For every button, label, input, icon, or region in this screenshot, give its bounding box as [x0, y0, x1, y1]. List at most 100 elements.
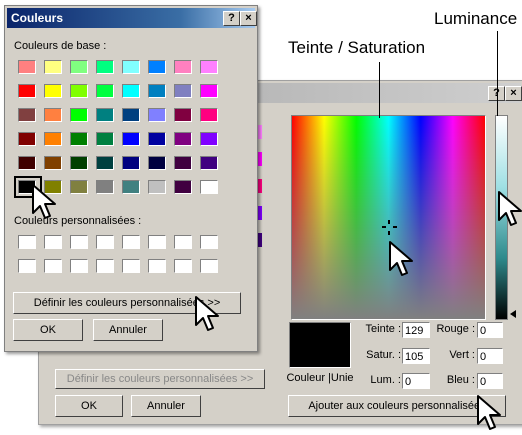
hue-saturation-spectrum[interactable]	[291, 115, 486, 320]
custom-color-swatch[interactable]	[200, 259, 218, 273]
basic-color-swatch[interactable]	[96, 180, 114, 194]
basic-color-swatch[interactable]	[70, 108, 88, 122]
ok-button[interactable]: OK	[13, 319, 83, 341]
luminance-pointer-line	[497, 31, 498, 116]
basic-color-swatch[interactable]	[200, 84, 218, 98]
basic-color-swatch[interactable]	[122, 108, 140, 122]
basic-color-swatch[interactable]	[44, 156, 62, 170]
basic-color-swatch[interactable]	[18, 84, 36, 98]
sat-label: Satur. :	[366, 349, 401, 361]
mouse-pointer-icon	[498, 191, 522, 226]
basic-color-swatch[interactable]	[174, 132, 192, 146]
swatch-edge	[258, 233, 262, 247]
add-to-custom-colors-button[interactable]: Ajouter aux couleurs personnalisées	[288, 395, 506, 417]
basic-color-swatch[interactable]	[174, 60, 192, 74]
basic-color-swatch[interactable]	[18, 108, 36, 122]
swatch-edge	[258, 125, 262, 139]
basic-color-swatch[interactable]	[148, 84, 166, 98]
custom-color-swatch[interactable]	[174, 259, 192, 273]
custom-color-swatch[interactable]	[18, 259, 36, 273]
green-label: Vert :	[449, 349, 475, 361]
dialog-title: Couleurs	[11, 11, 64, 25]
luminance-annotation: Luminance	[434, 9, 518, 28]
close-button[interactable]: ×	[505, 86, 522, 101]
basic-color-swatch[interactable]	[70, 132, 88, 146]
basic-color-swatch[interactable]	[122, 132, 140, 146]
basic-color-swatch[interactable]	[148, 156, 166, 170]
hue-label: Teinte :	[365, 323, 401, 335]
basic-color-swatch[interactable]	[148, 132, 166, 146]
basic-color-swatch[interactable]	[122, 180, 140, 194]
basic-color-swatch[interactable]	[96, 60, 114, 74]
basic-color-swatch[interactable]	[44, 132, 62, 146]
basic-color-swatch[interactable]	[200, 156, 218, 170]
swatch-edge	[258, 152, 262, 166]
red-field[interactable]: 0	[477, 322, 503, 338]
custom-color-swatch[interactable]	[122, 259, 140, 273]
blue-field[interactable]: 0	[477, 373, 503, 389]
basic-color-swatch[interactable]	[148, 60, 166, 74]
custom-color-swatch[interactable]	[148, 259, 166, 273]
custom-color-swatch[interactable]	[148, 235, 166, 249]
basic-color-swatch[interactable]	[96, 156, 114, 170]
basic-color-swatch[interactable]	[174, 84, 192, 98]
basic-color-swatch[interactable]	[96, 84, 114, 98]
basic-color-swatch[interactable]	[70, 156, 88, 170]
basic-color-swatch[interactable]	[96, 132, 114, 146]
custom-color-swatch[interactable]	[70, 235, 88, 249]
title-bar: Couleurs ? ×	[7, 8, 257, 28]
basic-color-swatch[interactable]	[174, 108, 192, 122]
basic-color-swatch[interactable]	[18, 156, 36, 170]
close-button[interactable]: ×	[240, 11, 257, 26]
basic-color-swatch[interactable]	[44, 60, 62, 74]
mouse-pointer-icon	[32, 184, 56, 219]
custom-color-swatch[interactable]	[18, 235, 36, 249]
basic-color-swatch[interactable]	[122, 60, 140, 74]
basic-color-swatch[interactable]	[96, 108, 114, 122]
basic-color-swatch[interactable]	[122, 156, 140, 170]
define-custom-colors-button[interactable]: Définir les couleurs personnalisées >>	[55, 369, 265, 389]
custom-color-swatch[interactable]	[200, 235, 218, 249]
custom-color-swatch[interactable]	[96, 235, 114, 249]
basic-color-swatch[interactable]	[44, 108, 62, 122]
basic-color-swatch[interactable]	[148, 180, 166, 194]
custom-color-swatch[interactable]	[174, 235, 192, 249]
basic-color-swatch[interactable]	[200, 60, 218, 74]
custom-color-swatch[interactable]	[70, 259, 88, 273]
crosshair-icon	[382, 220, 397, 235]
basic-color-swatch[interactable]	[70, 60, 88, 74]
custom-color-swatch[interactable]	[96, 259, 114, 273]
mouse-pointer-icon	[477, 395, 501, 430]
hue-field[interactable]: 129	[402, 322, 430, 338]
lum-field[interactable]: 0	[402, 373, 430, 389]
basic-color-swatch[interactable]	[122, 84, 140, 98]
basic-color-swatch[interactable]	[200, 180, 218, 194]
ok-button[interactable]: OK	[55, 395, 123, 417]
mouse-pointer-icon	[195, 296, 219, 331]
basic-color-swatch[interactable]	[18, 60, 36, 74]
basic-color-swatch[interactable]	[200, 132, 218, 146]
basic-color-swatch[interactable]	[70, 180, 88, 194]
luminance-arrow-icon[interactable]	[510, 310, 516, 318]
basic-color-swatch[interactable]	[70, 84, 88, 98]
basic-color-swatch[interactable]	[174, 156, 192, 170]
custom-color-swatch[interactable]	[44, 259, 62, 273]
mouse-pointer-icon	[389, 241, 413, 276]
basic-color-swatch[interactable]	[18, 132, 36, 146]
swatch-edge	[258, 206, 262, 220]
lum-label: Lum. :	[370, 374, 401, 386]
help-button[interactable]: ?	[223, 11, 240, 26]
sat-field[interactable]: 105	[402, 348, 430, 364]
swatch-edge	[258, 179, 262, 193]
green-field[interactable]: 0	[477, 348, 503, 364]
cancel-button[interactable]: Annuler	[131, 395, 201, 417]
cancel-button[interactable]: Annuler	[93, 319, 163, 341]
custom-color-swatch[interactable]	[44, 235, 62, 249]
basic-color-swatch[interactable]	[148, 108, 166, 122]
basic-color-swatch[interactable]	[44, 84, 62, 98]
hue-saturation-pointer-line	[379, 62, 380, 118]
basic-color-swatch[interactable]	[174, 180, 192, 194]
custom-color-swatch[interactable]	[122, 235, 140, 249]
basic-color-swatch[interactable]	[200, 108, 218, 122]
preview-label: Couleur |Unie	[286, 372, 354, 384]
